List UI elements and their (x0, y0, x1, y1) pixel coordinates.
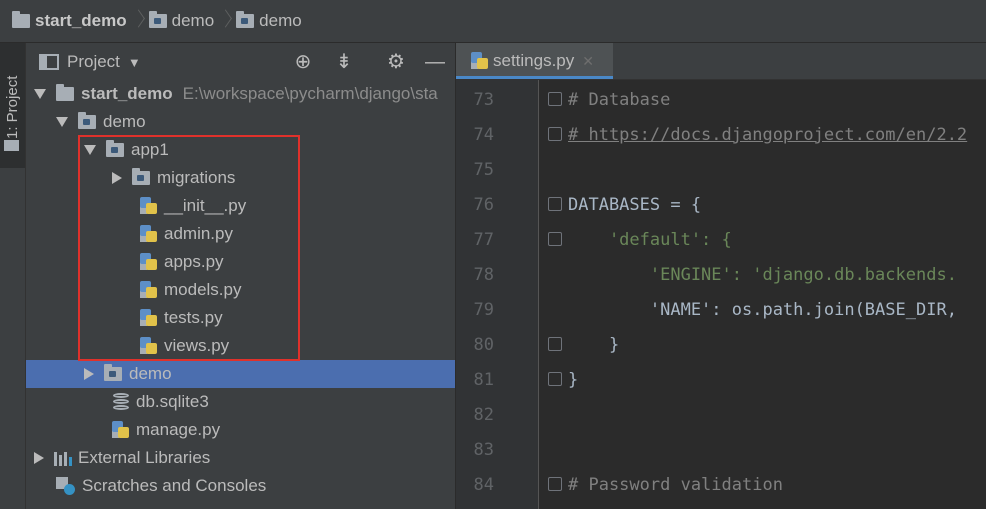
code-line: 75 (473, 159, 494, 180)
code-line: 82 (473, 404, 494, 425)
code-line: 80 } (473, 334, 620, 355)
collapse-all-icon[interactable]: ⇟ (333, 51, 355, 73)
tree-node-root[interactable]: start_demo E:\workspace\pycharm\django\s… (26, 80, 455, 108)
project-view-icon (39, 54, 59, 70)
breadcrumb-separator (133, 10, 143, 32)
code-line: 81 } (473, 369, 579, 390)
code-line: 84 # Password validation (473, 474, 783, 495)
gear-icon[interactable]: ⚙ (385, 51, 407, 73)
chevron-down-icon[interactable] (56, 117, 68, 127)
breadcrumb-item-start-demo[interactable]: start_demo (12, 11, 127, 31)
project-tree: start_demo E:\workspace\pycharm\django\s… (26, 80, 455, 509)
tab-settings-py[interactable]: settings.py ✕ (456, 43, 613, 79)
chevron-down-icon[interactable] (34, 89, 46, 99)
fold-marker-icon[interactable] (548, 232, 562, 246)
editor-tab-bar: settings.py ✕ (456, 43, 986, 80)
code-line: 74 # https://docs.djangoproject.com/en/2… (473, 124, 968, 145)
code-line: 78 'ENGINE': 'django.db.backends. (473, 264, 957, 285)
folder-icon (4, 140, 19, 151)
code-line: 76 DATABASES = { (473, 194, 702, 215)
database-icon (112, 392, 130, 412)
fold-marker-icon[interactable] (548, 127, 562, 141)
tree-node-scratches[interactable]: Scratches and Consoles (26, 472, 455, 500)
fold-marker-icon[interactable] (548, 337, 562, 351)
chevron-right-icon[interactable] (84, 368, 94, 380)
package-folder-icon (148, 11, 167, 28)
breadcrumb-separator (220, 10, 230, 32)
folder-icon (12, 11, 30, 28)
target-icon[interactable]: ⊕ (292, 51, 314, 73)
active-tab-indicator (456, 76, 613, 79)
scratches-icon (56, 477, 76, 495)
fold-marker-icon[interactable] (548, 477, 562, 491)
tree-node-external-libraries[interactable]: External Libraries (26, 444, 455, 472)
code-line: 79 'NAME': os.path.join(BASE_DIR, (473, 299, 957, 320)
breadcrumb-item-demo-sub[interactable]: demo (236, 11, 302, 31)
project-view-selector[interactable]: Project (67, 52, 120, 72)
folder-icon (56, 84, 74, 101)
library-icon (54, 450, 72, 466)
package-folder-icon (104, 364, 122, 381)
tree-node-demo-sub[interactable]: demo (26, 360, 455, 388)
fold-marker-icon[interactable] (548, 372, 562, 386)
code-line: 73 # Database (473, 89, 671, 110)
hide-panel-icon[interactable]: — (424, 51, 446, 73)
package-folder-icon (78, 112, 96, 129)
fold-marker-icon[interactable] (548, 197, 562, 211)
python-file-icon (471, 52, 489, 70)
python-file-icon (112, 421, 130, 439)
code-line: 83 (473, 439, 494, 460)
breadcrumb-item-demo[interactable]: demo (148, 11, 214, 31)
chevron-right-icon[interactable] (34, 452, 44, 464)
close-icon[interactable]: ✕ (582, 53, 594, 70)
tree-file-manage[interactable]: manage.py (26, 416, 455, 444)
navigation-breadcrumb: start_demo demo demo (0, 0, 986, 43)
highlight-box (78, 135, 300, 361)
code-line: 77 'default': { (473, 229, 732, 250)
tree-node-demo-package[interactable]: demo (26, 108, 455, 136)
chevron-down-icon[interactable]: ▼ (128, 55, 141, 70)
package-folder-icon (236, 11, 255, 28)
tree-file-db[interactable]: db.sqlite3 (26, 388, 455, 416)
fold-marker-icon[interactable] (548, 92, 562, 106)
code-editor[interactable]: 73 # Database 74 # https://docs.djangopr… (456, 80, 986, 509)
